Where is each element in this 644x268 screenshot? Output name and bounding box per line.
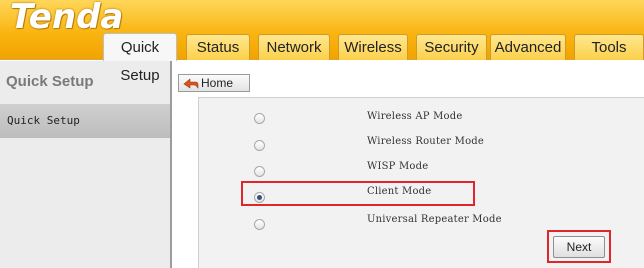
home-arrow-icon: [183, 78, 199, 89]
tab-wireless[interactable]: Wireless: [338, 34, 408, 60]
mode-label-wireless-ap: Wireless AP Mode: [367, 111, 463, 122]
mode-label-universal-repeater: Universal Repeater Mode: [367, 214, 502, 225]
radio-universal-repeater-mode[interactable]: [254, 219, 265, 230]
tenda-logo: Tenda: [10, 0, 124, 37]
radio-wireless-router-mode[interactable]: [254, 140, 265, 151]
tab-status[interactable]: Status: [186, 34, 250, 60]
tab-quick-setup[interactable]: Quick Setup: [103, 33, 177, 84]
radio-wireless-ap-mode[interactable]: [254, 113, 265, 124]
header-bar: Tenda Quick Setup Status Network Wireles…: [0, 0, 644, 84]
mode-label-wireless-router: Wireless Router Mode: [367, 136, 485, 147]
sidebar-item-quick-setup[interactable]: Quick Setup: [0, 104, 170, 138]
radio-wisp-mode[interactable]: [254, 166, 265, 177]
client-mode-highlight: [241, 181, 475, 206]
tab-network[interactable]: Network: [258, 34, 330, 60]
tab-advanced[interactable]: Advanced: [490, 34, 566, 60]
home-label: Home: [201, 76, 234, 90]
next-button[interactable]: Next: [553, 236, 605, 258]
tab-security[interactable]: Security: [416, 34, 487, 60]
sidebar-divider: [170, 61, 172, 268]
mode-label-wisp: WISP Mode: [367, 161, 429, 172]
tab-tools[interactable]: Tools: [574, 34, 644, 60]
home-button[interactable]: Home: [178, 74, 250, 92]
